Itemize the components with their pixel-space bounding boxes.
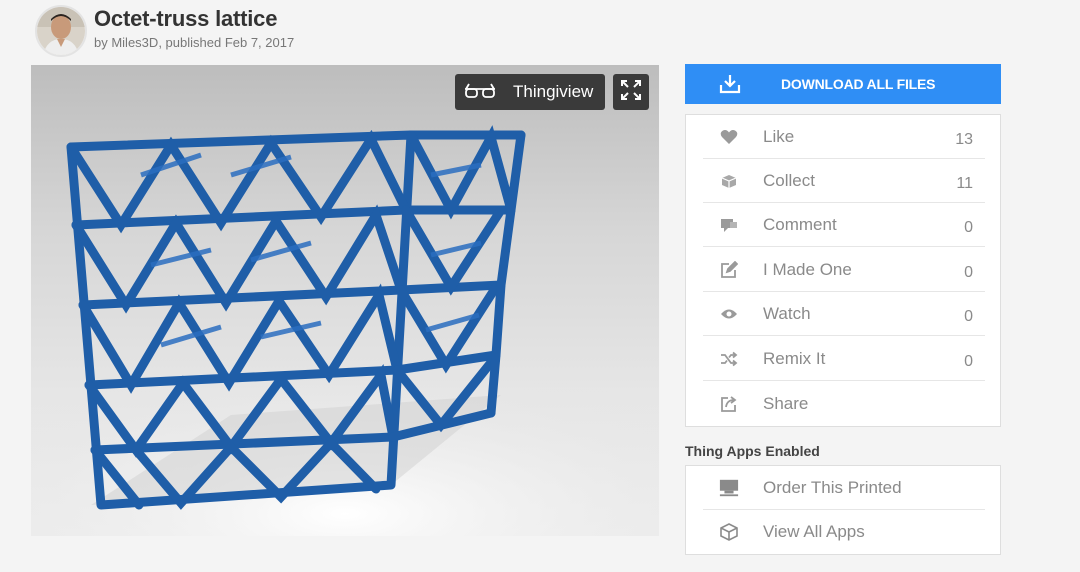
remix-it-label: Remix It: [763, 348, 826, 368]
cube-icon: [719, 523, 739, 541]
eye-icon: [719, 308, 739, 320]
thing-apps-heading: Thing Apps Enabled: [685, 443, 820, 459]
i-made-one-label: I Made One: [763, 259, 852, 279]
comment-label: Comment: [763, 214, 837, 234]
view-all-apps-label: View All Apps: [763, 522, 865, 541]
view-all-apps-button[interactable]: View All Apps: [703, 510, 985, 554]
thing-title: Octet-truss lattice: [94, 6, 278, 31]
publish-date: Feb 7, 2017: [224, 35, 295, 50]
byline: by Miles3D, published Feb 7, 2017: [94, 35, 294, 50]
download-icon: [719, 74, 741, 94]
collect-icon: [719, 173, 739, 189]
expand-icon: [621, 79, 641, 105]
shuffle-icon: [719, 351, 739, 367]
thingiview-button[interactable]: Thingiview: [455, 74, 605, 110]
like-button[interactable]: Like 13: [703, 115, 985, 159]
fullscreen-button[interactable]: [613, 74, 649, 110]
3d-glasses-icon: [463, 83, 497, 101]
byline-prefix: by: [94, 35, 112, 50]
printer-icon: [719, 478, 739, 498]
share-icon: [719, 395, 739, 413]
like-label: Like: [763, 126, 795, 146]
heart-icon: [719, 129, 739, 145]
download-all-files-button[interactable]: DOWNLOAD ALL FILES: [685, 64, 1001, 104]
collect-label: Collect: [763, 170, 815, 190]
collect-count: 11: [956, 174, 973, 192]
remix-it-button[interactable]: Remix It 0: [703, 337, 985, 381]
published-text: , published: [158, 35, 225, 50]
thing-image-viewer[interactable]: Thingiview: [31, 65, 659, 536]
edit-icon: [719, 260, 739, 279]
like-count: 13: [955, 130, 973, 148]
author-avatar[interactable]: [35, 5, 87, 57]
author-link[interactable]: Miles3D: [111, 35, 158, 50]
share-button[interactable]: Share: [703, 382, 985, 426]
comment-count: 0: [964, 218, 973, 236]
i-made-one-button[interactable]: I Made One 0: [703, 248, 985, 292]
share-label: Share: [763, 394, 809, 413]
thing-apps-panel: Order This Printed View All Apps: [685, 465, 1001, 555]
collect-button[interactable]: Collect 11: [703, 159, 985, 203]
watch-label: Watch: [763, 303, 811, 323]
lattice-render-image: [31, 125, 659, 536]
order-this-printed-button[interactable]: Order This Printed: [703, 466, 985, 510]
i-made-one-count: 0: [964, 263, 973, 281]
watch-count: 0: [964, 307, 973, 325]
comment-button[interactable]: Comment 0: [703, 203, 985, 247]
comment-icon: [719, 217, 739, 233]
order-this-printed-label: Order This Printed: [763, 477, 902, 497]
download-label: DOWNLOAD ALL FILES: [781, 76, 936, 92]
thing-actions-panel: Like 13 Collect 11 Comment 0 I Made One …: [685, 114, 1001, 427]
thingiview-label: Thingiview: [513, 82, 594, 101]
remix-it-count: 0: [964, 352, 973, 370]
watch-button[interactable]: Watch 0: [703, 292, 985, 336]
